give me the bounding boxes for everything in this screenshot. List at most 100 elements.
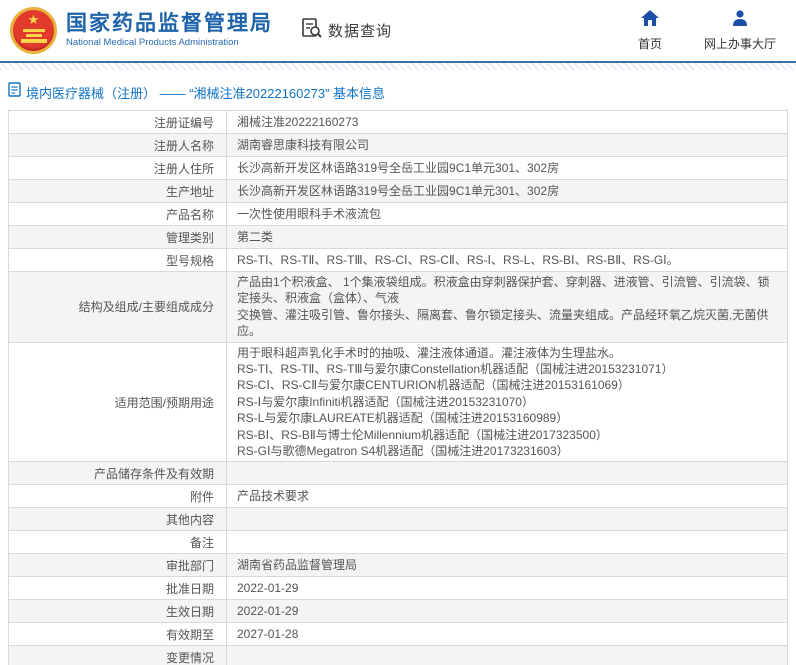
agency-title-block: 国家药品监督管理局 National Medical Products Admi… (66, 12, 273, 49)
nav-home-label: 首页 (638, 35, 662, 52)
agency-name-en: National Medical Products Administration (66, 36, 273, 49)
field-value: 一次性使用眼科手术液流包 (227, 203, 788, 226)
field-value (227, 462, 788, 485)
field-value: 2022-01-29 (227, 577, 788, 600)
table-row: 型号规格 RS-TⅠ、RS-TⅡ、RS-TⅢ、RS-CⅠ、RS-CⅡ、RS-Ⅰ、R… (9, 249, 788, 272)
field-label-text: 批准日期 (166, 582, 214, 596)
table-row: 批准日期 2022-01-29 (9, 577, 788, 600)
table-row: 生产地址长沙高新开发区林语路319号全岳工业园9C1单元301、302房 (9, 180, 788, 203)
field-value: RS-TⅠ、RS-TⅡ、RS-TⅢ、RS-CⅠ、RS-CⅡ、RS-Ⅰ、RS-L、… (227, 249, 788, 272)
table-row: 管理类别第二类 (9, 226, 788, 249)
nav-online-hall[interactable]: 网上办事大厅 (698, 9, 782, 52)
field-label-text: 变更情况 (166, 651, 214, 665)
field-value: 湘械注准20222160273 (227, 111, 788, 134)
field-label: 生效日期 (9, 600, 227, 623)
field-label-text: 管理类别 (166, 231, 214, 245)
field-label: 注册人名称 (9, 134, 227, 157)
nmpa-emblem-logo: ★ (10, 7, 57, 54)
field-value-line: RS-BⅠ、RS-BⅡ与博士伦Millennium机器适配（国械注进201732… (237, 427, 779, 443)
field-value: 2022-01-29 (227, 600, 788, 623)
nav-home[interactable]: 首页 (608, 9, 692, 52)
field-value: 湖南省药品监督管理局 (227, 554, 788, 577)
field-value-line: 产品由1个积液盒、 1个集液袋组成。积液盒由穿刺器保护套、穿刺器、进液管、引流管… (237, 274, 779, 307)
home-icon (640, 9, 660, 32)
field-label-text: 注册人名称 (154, 139, 214, 153)
field-label: 备注 (9, 531, 227, 554)
field-label-text: 产品储存条件及有效期 (94, 467, 214, 481)
field-label: 注册证编号 (9, 111, 227, 134)
table-row: 注册证编号湘械注准20222160273 (9, 111, 788, 134)
field-label: 产品储存条件及有效期 (9, 462, 227, 485)
agency-name-cn: 国家药品监督管理局 (66, 12, 273, 36)
field-label-text: 审批部门 (166, 559, 214, 573)
field-label-text: 附件 (190, 490, 214, 504)
data-query-icon (301, 17, 323, 44)
field-value: 产品由1个积液盒、 1个集液袋组成。积液盒由穿刺器保护套、穿刺器、进液管、引流管… (227, 272, 788, 343)
document-icon (8, 82, 21, 102)
field-value-line: 用于眼科超声乳化手术时的抽吸、灌注液体通道。灌注液体为生理盐水。 (237, 345, 779, 361)
field-label: 管理类别 (9, 226, 227, 249)
field-value: 湖南睿思康科技有限公司 (227, 134, 788, 157)
table-row: 备注 (9, 531, 788, 554)
table-row: 审批部门湖南省药品监督管理局 (9, 554, 788, 577)
page-header: ★ 国家药品监督管理局 National Medical Products Ad… (0, 0, 796, 63)
field-label-text: 注册人住所 (154, 162, 214, 176)
field-value: 长沙高新开发区林语路319号全岳工业园9C1单元301、302房 (227, 180, 788, 203)
field-label-text: 有效期至 (166, 628, 214, 642)
header-divider (0, 63, 796, 70)
table-row: 生效日期 2022-01-29 (9, 600, 788, 623)
field-value: 长沙高新开发区林语路319号全岳工业园9C1单元301、302房 (227, 157, 788, 180)
registration-info-table: 注册证编号湘械注准20222160273注册人名称湖南睿思康科技有限公司注册人住… (8, 110, 788, 665)
field-value: 用于眼科超声乳化手术时的抽吸、灌注液体通道。灌注液体为生理盐水。RS-TⅠ、RS… (227, 342, 788, 462)
table-row: 产品名称一次性使用眼科手术液流包 (9, 203, 788, 226)
field-label: 产品名称 (9, 203, 227, 226)
breadcrumb: 境内医疗器械（注册） —— “湘械注准20222160273” 基本信息 (0, 70, 796, 110)
field-label-text: 注册证编号 (154, 116, 214, 130)
field-value: 第二类 (227, 226, 788, 249)
field-label: 变更情况 (9, 646, 227, 665)
table-row: 适用范围/预期用途用于眼科超声乳化手术时的抽吸、灌注液体通道。灌注液体为生理盐水… (9, 342, 788, 462)
field-label-text: 产品名称 (166, 208, 214, 222)
field-label-text: 生效日期 (166, 605, 214, 619)
field-label-text: 其他内容 (166, 513, 214, 527)
field-label: 型号规格 (9, 249, 227, 272)
field-label-text: 备注 (190, 536, 214, 550)
data-query-label: 数据查询 (328, 20, 392, 41)
field-label: 生产地址 (9, 180, 227, 203)
nav-online-hall-label: 网上办事大厅 (704, 35, 776, 52)
page-title: 境内医疗器械（注册） —— “湘械注准20222160273” 基本信息 (26, 83, 385, 102)
field-label: 审批部门 (9, 554, 227, 577)
field-label-text: 结构及组成/主要组成成分 (79, 300, 214, 314)
field-label-text: 适用范围/预期用途 (115, 396, 214, 410)
field-label-text: 型号规格 (166, 254, 214, 268)
field-value-line: RS-CⅠ、RS-CⅡ与爱尔康CENTURION机器适配（国械注进2015316… (237, 377, 779, 393)
field-value-line: RS-TⅠ、RS-TⅡ、RS-TⅢ与爱尔康Constellation机器适配（国… (237, 361, 779, 377)
field-label: 批准日期 (9, 577, 227, 600)
table-row: 有效期至 2027-01-28 (9, 623, 788, 646)
field-label: 注册人住所 (9, 157, 227, 180)
field-value-line: RS-L与爱尔康LAUREATE机器适配（国械注进20153160989） (237, 410, 779, 426)
table-row: 结构及组成/主要组成成分 产品由1个积液盒、 1个集液袋组成。积液盒由穿刺器保护套… (9, 272, 788, 343)
field-value-line: RS-Ⅰ与爱尔康Infiniti机器适配（国械注进20153231070） (237, 394, 779, 410)
field-label: 适用范围/预期用途 (9, 342, 227, 462)
field-value (227, 531, 788, 554)
field-value-line: RS-GⅠ与歌德Megatron S4机器适配（国械注进20173231603） (237, 443, 779, 459)
field-value: 2027-01-28 (227, 623, 788, 646)
field-label: 有效期至 (9, 623, 227, 646)
field-value (227, 508, 788, 531)
table-row: 变更情况 (9, 646, 788, 665)
user-icon (730, 9, 750, 32)
field-value: 产品技术要求 (227, 485, 788, 508)
table-row: 其他内容 (9, 508, 788, 531)
table-row: 注册人名称湖南睿思康科技有限公司 (9, 134, 788, 157)
field-label: 其他内容 (9, 508, 227, 531)
field-label-text: 生产地址 (166, 185, 214, 199)
table-row: 附件产品技术要求 (9, 485, 788, 508)
field-value (227, 646, 788, 665)
field-label: 结构及组成/主要组成成分 (9, 272, 227, 343)
field-label: 附件 (9, 485, 227, 508)
table-row: 注册人住所长沙高新开发区林语路319号全岳工业园9C1单元301、302房 (9, 157, 788, 180)
data-query-section: 数据查询 (301, 17, 392, 44)
field-value-line: 交换管、灌注吸引管、鲁尔接头、隔离套、鲁尔锁定接头、流量夹组成。产品经环氧乙烷灭… (237, 307, 779, 340)
table-row: 产品储存条件及有效期 (9, 462, 788, 485)
